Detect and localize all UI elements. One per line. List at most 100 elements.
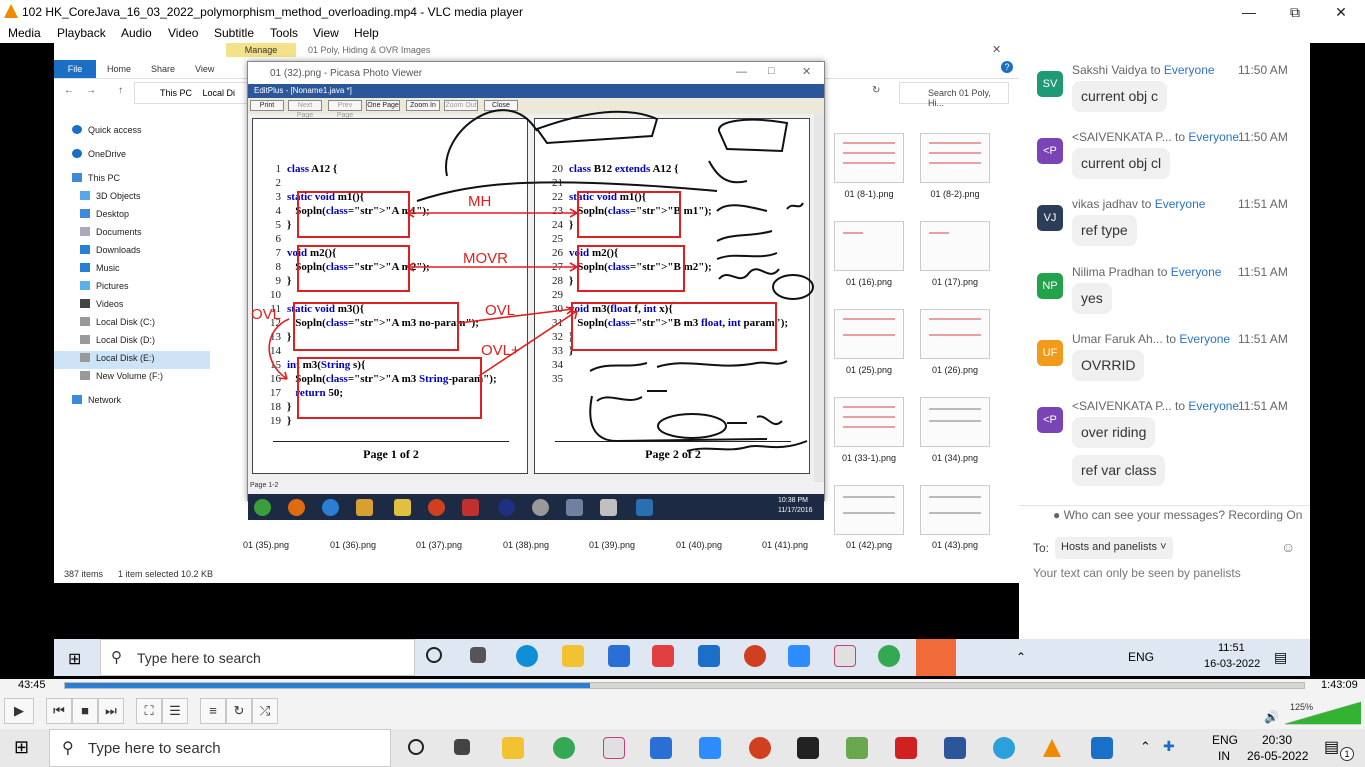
nav-pictures[interactable]: Pictures <box>80 281 129 291</box>
breadcrumb-local-disk[interactable]: Local Di <box>203 88 236 98</box>
vlc-taskbar-icon[interactable] <box>1043 739 1061 757</box>
up-icon[interactable]: ↑ <box>118 85 123 96</box>
nav-local-disk-d[interactable]: Local Disk (D:) <box>80 335 155 345</box>
ribbon-file-tab[interactable]: File <box>54 60 96 78</box>
tray-chevron-icon[interactable]: ⌃ <box>1016 650 1026 664</box>
thumbnail[interactable] <box>834 485 904 535</box>
message-bubble[interactable]: current obj c <box>1072 81 1168 112</box>
word-icon[interactable] <box>944 737 966 759</box>
file-explorer-icon[interactable] <box>502 737 524 759</box>
menu-tools[interactable]: Tools <box>270 26 298 40</box>
nav-desktop[interactable]: Desktop <box>80 209 129 219</box>
help-icon[interactable]: ? <box>1001 61 1013 73</box>
picasa-scrollbar[interactable] <box>814 114 824 482</box>
nav-documents[interactable]: Documents <box>80 227 142 237</box>
sticky-notes-icon[interactable] <box>797 737 819 759</box>
close-preview-button[interactable]: Close <box>484 100 518 111</box>
menu-playback[interactable]: Playback <box>57 26 106 40</box>
ie-icon[interactable] <box>322 499 339 516</box>
picasa-close-button[interactable]: ✕ <box>802 65 811 78</box>
minimize-button[interactable]: — <box>1226 2 1272 22</box>
windows-start-icon[interactable]: ⊞ <box>68 649 81 669</box>
thumbnail[interactable] <box>920 309 990 359</box>
nav-local-disk-c[interactable]: Local Disk (C:) <box>80 317 155 327</box>
tray-lang[interactable]: ENG <box>1212 733 1238 747</box>
thumbnail[interactable] <box>834 309 904 359</box>
tray-region[interactable]: IN <box>1218 749 1230 763</box>
prev-page-button[interactable]: Prev Page <box>328 100 362 119</box>
nav-music[interactable]: Music <box>80 263 120 273</box>
task-view-icon[interactable] <box>408 739 424 755</box>
menu-view[interactable]: View <box>313 26 339 40</box>
firefox-icon[interactable] <box>288 499 305 516</box>
restore-button[interactable]: ⧉ <box>1272 2 1318 22</box>
next-page-button[interactable]: Next Page <box>288 100 322 119</box>
one-page-button[interactable]: One Page <box>366 100 400 111</box>
message-bubble[interactable]: OVRRID <box>1072 350 1145 381</box>
recipient-dropdown[interactable]: Hosts and panelists ˅ <box>1055 537 1173 559</box>
start-orb-icon[interactable] <box>254 499 271 516</box>
store-icon[interactable] <box>608 645 630 667</box>
back-icon[interactable]: ← <box>64 85 74 96</box>
speaker-icon[interactable]: 🔊 <box>1264 710 1279 724</box>
tray-time[interactable]: 11:51 <box>1218 642 1245 654</box>
notification-icon[interactable]: ▤ <box>1274 649 1287 666</box>
message-bubble[interactable]: ref var class <box>1072 455 1166 486</box>
nav-3d-objects[interactable]: 3D Objects <box>80 191 141 201</box>
ribbon-share-tab[interactable]: Share <box>151 64 175 74</box>
windows-start-icon[interactable]: ⊞ <box>14 737 29 758</box>
nav-local-disk-e[interactable]: Local Disk (E:) <box>54 351 210 369</box>
app-icon[interactable] <box>636 499 653 516</box>
zoom-in-button[interactable]: Zoom In <box>406 100 440 111</box>
forward-icon[interactable]: → <box>86 85 96 96</box>
explorer-search-input[interactable]: Search 01 Poly, Hi... <box>899 82 1009 108</box>
widgets-icon[interactable] <box>454 739 470 755</box>
photos-icon[interactable] <box>1091 737 1113 759</box>
thumbnail[interactable] <box>920 397 990 447</box>
picasa-maximize-button[interactable]: □ <box>768 65 775 77</box>
loop-button[interactable]: ↻ <box>226 698 252 724</box>
chrome-icon[interactable] <box>428 499 445 516</box>
app-icon[interactable] <box>462 499 479 516</box>
nav-new-volume-f[interactable]: New Volume (F:) <box>80 371 163 381</box>
fullscreen-button[interactable]: ⛶ <box>136 698 162 724</box>
previous-button[interactable]: ⏮ <box>46 698 72 724</box>
recorder-icon[interactable] <box>744 645 766 667</box>
next-button[interactable]: ⏭ <box>98 698 124 724</box>
thumbnail[interactable] <box>834 221 904 271</box>
tray-time[interactable]: 20:30 <box>1262 733 1292 747</box>
tray-date[interactable]: 16-03-2022 <box>1204 658 1260 670</box>
breadcrumb[interactable]: This PC Local Di <box>134 82 254 104</box>
emoji-icon[interactable]: ☺ <box>1281 539 1295 555</box>
telegram-icon[interactable] <box>993 737 1015 759</box>
stop-button[interactable]: ■ <box>72 698 98 724</box>
nav-this-pc[interactable]: This PC <box>72 173 120 183</box>
menu-media[interactable]: Media <box>8 26 41 40</box>
paint-icon[interactable] <box>846 737 868 759</box>
tray-chevron-icon[interactable]: ⌃ <box>1140 739 1151 755</box>
notification-icon[interactable]: ▤ <box>1324 737 1339 757</box>
snip-icon[interactable] <box>603 737 625 759</box>
picasa-minimize-button[interactable]: — <box>736 66 747 78</box>
seek-bar[interactable] <box>64 682 1305 689</box>
app-icon[interactable] <box>600 499 617 516</box>
print-button[interactable]: Print <box>250 100 284 111</box>
app-icon[interactable] <box>566 499 583 516</box>
thumbnail[interactable] <box>834 397 904 447</box>
nav-downloads[interactable]: Downloads <box>80 245 141 255</box>
video-taskbar-search[interactable]: ⚲ Type here to search <box>100 639 415 676</box>
thumbnail[interactable] <box>920 133 990 183</box>
active-app-icon[interactable] <box>916 639 956 676</box>
breadcrumb-this-pc[interactable]: This PC <box>160 88 192 98</box>
app-icon[interactable] <box>498 499 515 516</box>
chrome-icon[interactable] <box>878 645 900 667</box>
shuffle-button[interactable]: ⤮ <box>252 698 278 724</box>
edge-icon[interactable] <box>516 645 538 667</box>
explorer-close-icon[interactable]: ✕ <box>992 43 1001 56</box>
thumbnail[interactable] <box>920 221 990 271</box>
nav-quick-access[interactable]: Quick access <box>72 125 142 135</box>
thumbnail[interactable] <box>834 133 904 183</box>
message-bubble[interactable]: ref type <box>1072 215 1137 246</box>
ribbon-view-tab[interactable]: View <box>195 64 214 74</box>
refresh-icon[interactable]: ↻ <box>872 85 880 96</box>
